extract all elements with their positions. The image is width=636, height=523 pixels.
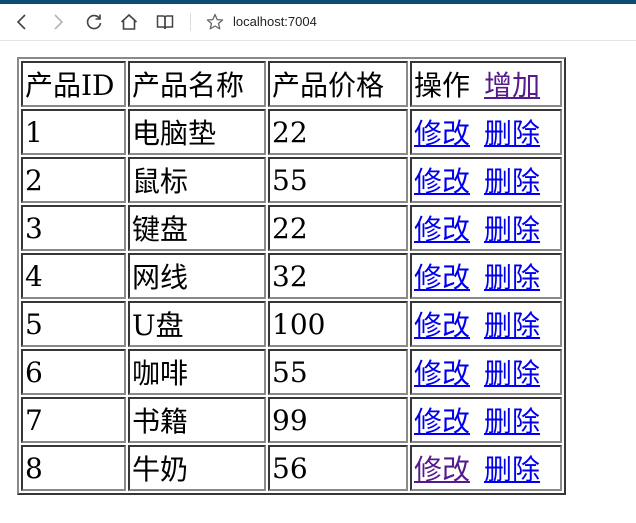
actions-cell: 修改 删除 [410, 109, 562, 155]
edit-link[interactable]: 修改 [414, 213, 470, 246]
header-product-id: 产品ID [21, 61, 126, 107]
address-bar-url[interactable]: localhost:7004 [233, 14, 317, 29]
home-icon[interactable] [119, 12, 139, 32]
product-price-cell: 55 [268, 157, 408, 203]
refresh-icon[interactable] [84, 12, 104, 32]
add-link[interactable]: 增加 [484, 69, 540, 102]
edit-link[interactable]: 修改 [414, 453, 470, 486]
table-row: 3 键盘 22 修改 删除 [21, 205, 562, 251]
table-row: 5 U盘 100 修改 删除 [21, 301, 562, 347]
edit-link[interactable]: 修改 [414, 357, 470, 390]
delete-link[interactable]: 删除 [484, 261, 540, 294]
product-id-cell: 1 [21, 109, 126, 155]
product-id-cell: 2 [21, 157, 126, 203]
product-price-cell: 22 [268, 205, 408, 251]
product-table: 产品ID 产品名称 产品价格 操作 增加 1 电脑垫 22 修改 删除 2 鼠标 55 修改 删除 3… [17, 57, 566, 495]
edit-link[interactable]: 修改 [414, 261, 470, 294]
delete-link[interactable]: 删除 [484, 165, 540, 198]
table-body: 1 电脑垫 22 修改 删除 2 鼠标 55 修改 删除 3 键盘 22 修改 删除 4 网线 32 修改 删除 5 U盘… [21, 109, 562, 491]
product-id-cell: 5 [21, 301, 126, 347]
actions-cell: 修改 删除 [410, 349, 562, 395]
product-name-cell: U盘 [128, 301, 266, 347]
product-price-cell: 32 [268, 253, 408, 299]
actions-cell: 修改 删除 [410, 157, 562, 203]
delete-link[interactable]: 删除 [484, 117, 540, 150]
actions-cell: 修改 删除 [410, 445, 562, 491]
actions-cell: 修改 删除 [410, 301, 562, 347]
product-name-cell: 键盘 [128, 205, 266, 251]
delete-link[interactable]: 删除 [484, 309, 540, 342]
browser-toolbar: localhost:7004 [0, 4, 636, 41]
edit-link[interactable]: 修改 [414, 165, 470, 198]
favorite-star-icon[interactable] [205, 12, 225, 32]
edit-link[interactable]: 修改 [414, 309, 470, 342]
product-name-cell: 电脑垫 [128, 109, 266, 155]
forward-icon[interactable] [48, 12, 68, 32]
product-price-cell: 99 [268, 397, 408, 443]
product-price-cell: 22 [268, 109, 408, 155]
product-price-cell: 56 [268, 445, 408, 491]
product-id-cell: 3 [21, 205, 126, 251]
toolbar-separator [190, 13, 191, 31]
product-name-cell: 书籍 [128, 397, 266, 443]
product-name-cell: 咖啡 [128, 349, 266, 395]
table-row: 6 咖啡 55 修改 删除 [21, 349, 562, 395]
product-id-cell: 6 [21, 349, 126, 395]
product-id-cell: 7 [21, 397, 126, 443]
table-row: 7 书籍 99 修改 删除 [21, 397, 562, 443]
back-icon[interactable] [12, 12, 32, 32]
delete-link[interactable]: 删除 [484, 213, 540, 246]
delete-link[interactable]: 删除 [484, 453, 540, 486]
product-price-cell: 100 [268, 301, 408, 347]
header-row: 产品ID 产品名称 产品价格 操作 增加 [21, 61, 562, 107]
product-name-cell: 网线 [128, 253, 266, 299]
actions-cell: 修改 删除 [410, 205, 562, 251]
actions-cell: 修改 删除 [410, 397, 562, 443]
delete-link[interactable]: 删除 [484, 405, 540, 438]
table-row: 2 鼠标 55 修改 删除 [21, 157, 562, 203]
edit-link[interactable]: 修改 [414, 405, 470, 438]
product-name-cell: 牛奶 [128, 445, 266, 491]
table-row: 1 电脑垫 22 修改 删除 [21, 109, 562, 155]
header-actions: 操作 [414, 69, 471, 102]
edit-link[interactable]: 修改 [414, 117, 470, 150]
product-id-cell: 8 [21, 445, 126, 491]
product-name-cell: 鼠标 [128, 157, 266, 203]
product-price-cell: 55 [268, 349, 408, 395]
actions-cell: 修改 删除 [410, 253, 562, 299]
header-actions-cell: 操作 增加 [410, 61, 562, 107]
table-row: 4 网线 32 修改 删除 [21, 253, 562, 299]
header-product-price: 产品价格 [268, 61, 408, 107]
product-id-cell: 4 [21, 253, 126, 299]
reading-view-icon[interactable] [155, 12, 175, 32]
header-product-name: 产品名称 [128, 61, 266, 107]
table-row: 8 牛奶 56 修改 删除 [21, 445, 562, 491]
delete-link[interactable]: 删除 [484, 357, 540, 390]
